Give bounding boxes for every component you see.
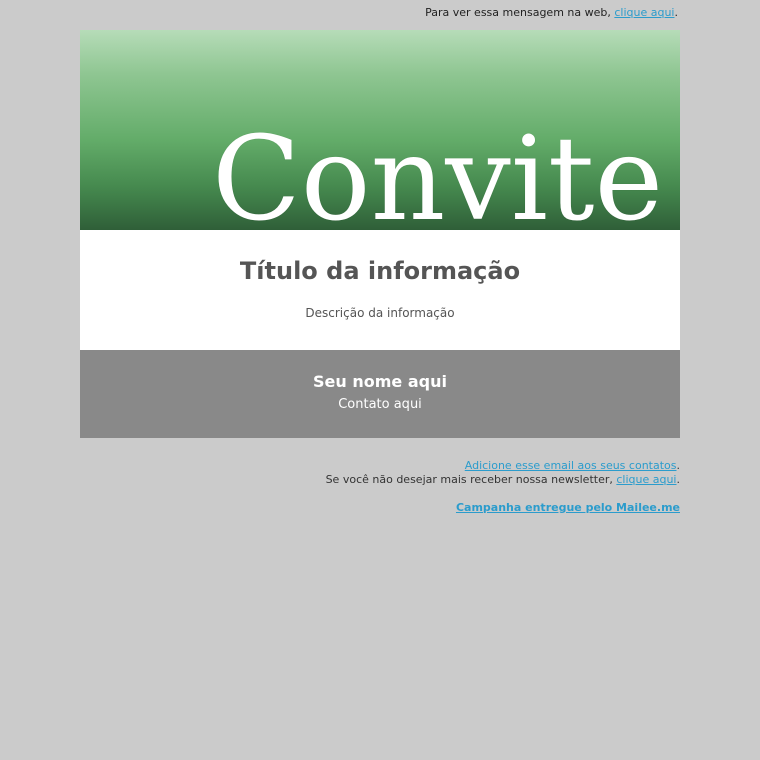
info-title: Título da informação (239, 257, 521, 285)
footer-unsubscribe-line: Se você não desejar mais receber nossa n… (80, 473, 680, 487)
hero-title: Convite (212, 112, 664, 231)
add-contacts-link[interactable]: Adicione esse email aos seus contatos (465, 459, 677, 472)
footer: Adicione esse email aos seus contatos. S… (80, 459, 680, 515)
view-online-text: Para ver essa mensagem na web, (425, 6, 611, 19)
footer-brand-line: Campanha entregue pelo Mailee.me (80, 501, 680, 515)
unsubscribe-link[interactable]: clique aqui (616, 473, 676, 486)
signature-section: Seu nome aqui Contato aqui (80, 350, 680, 438)
footer-add-contacts-line: Adicione esse email aos seus contatos. (80, 459, 680, 473)
view-online-bar: Para ver essa mensagem na web, clique aq… (425, 6, 678, 19)
info-section: Título da informação Descrição da inform… (80, 230, 680, 350)
signature-name: Seu nome aqui (313, 372, 447, 391)
unsubscribe-text: Se você não desejar mais receber nossa n… (325, 473, 613, 486)
add-contacts-punct: . (676, 459, 681, 472)
unsubscribe-punct: . (676, 473, 681, 486)
signature-contact: Contato aqui (338, 397, 422, 412)
brand-link[interactable]: Campanha entregue pelo Mailee.me (456, 501, 680, 514)
view-online-punct: . (674, 6, 679, 19)
hero-banner: Convite (80, 30, 680, 230)
email-container: Convite Título da informação Descrição d… (80, 30, 680, 438)
info-description: Descrição da informação (305, 306, 455, 320)
view-online-link[interactable]: clique aqui (614, 6, 674, 19)
